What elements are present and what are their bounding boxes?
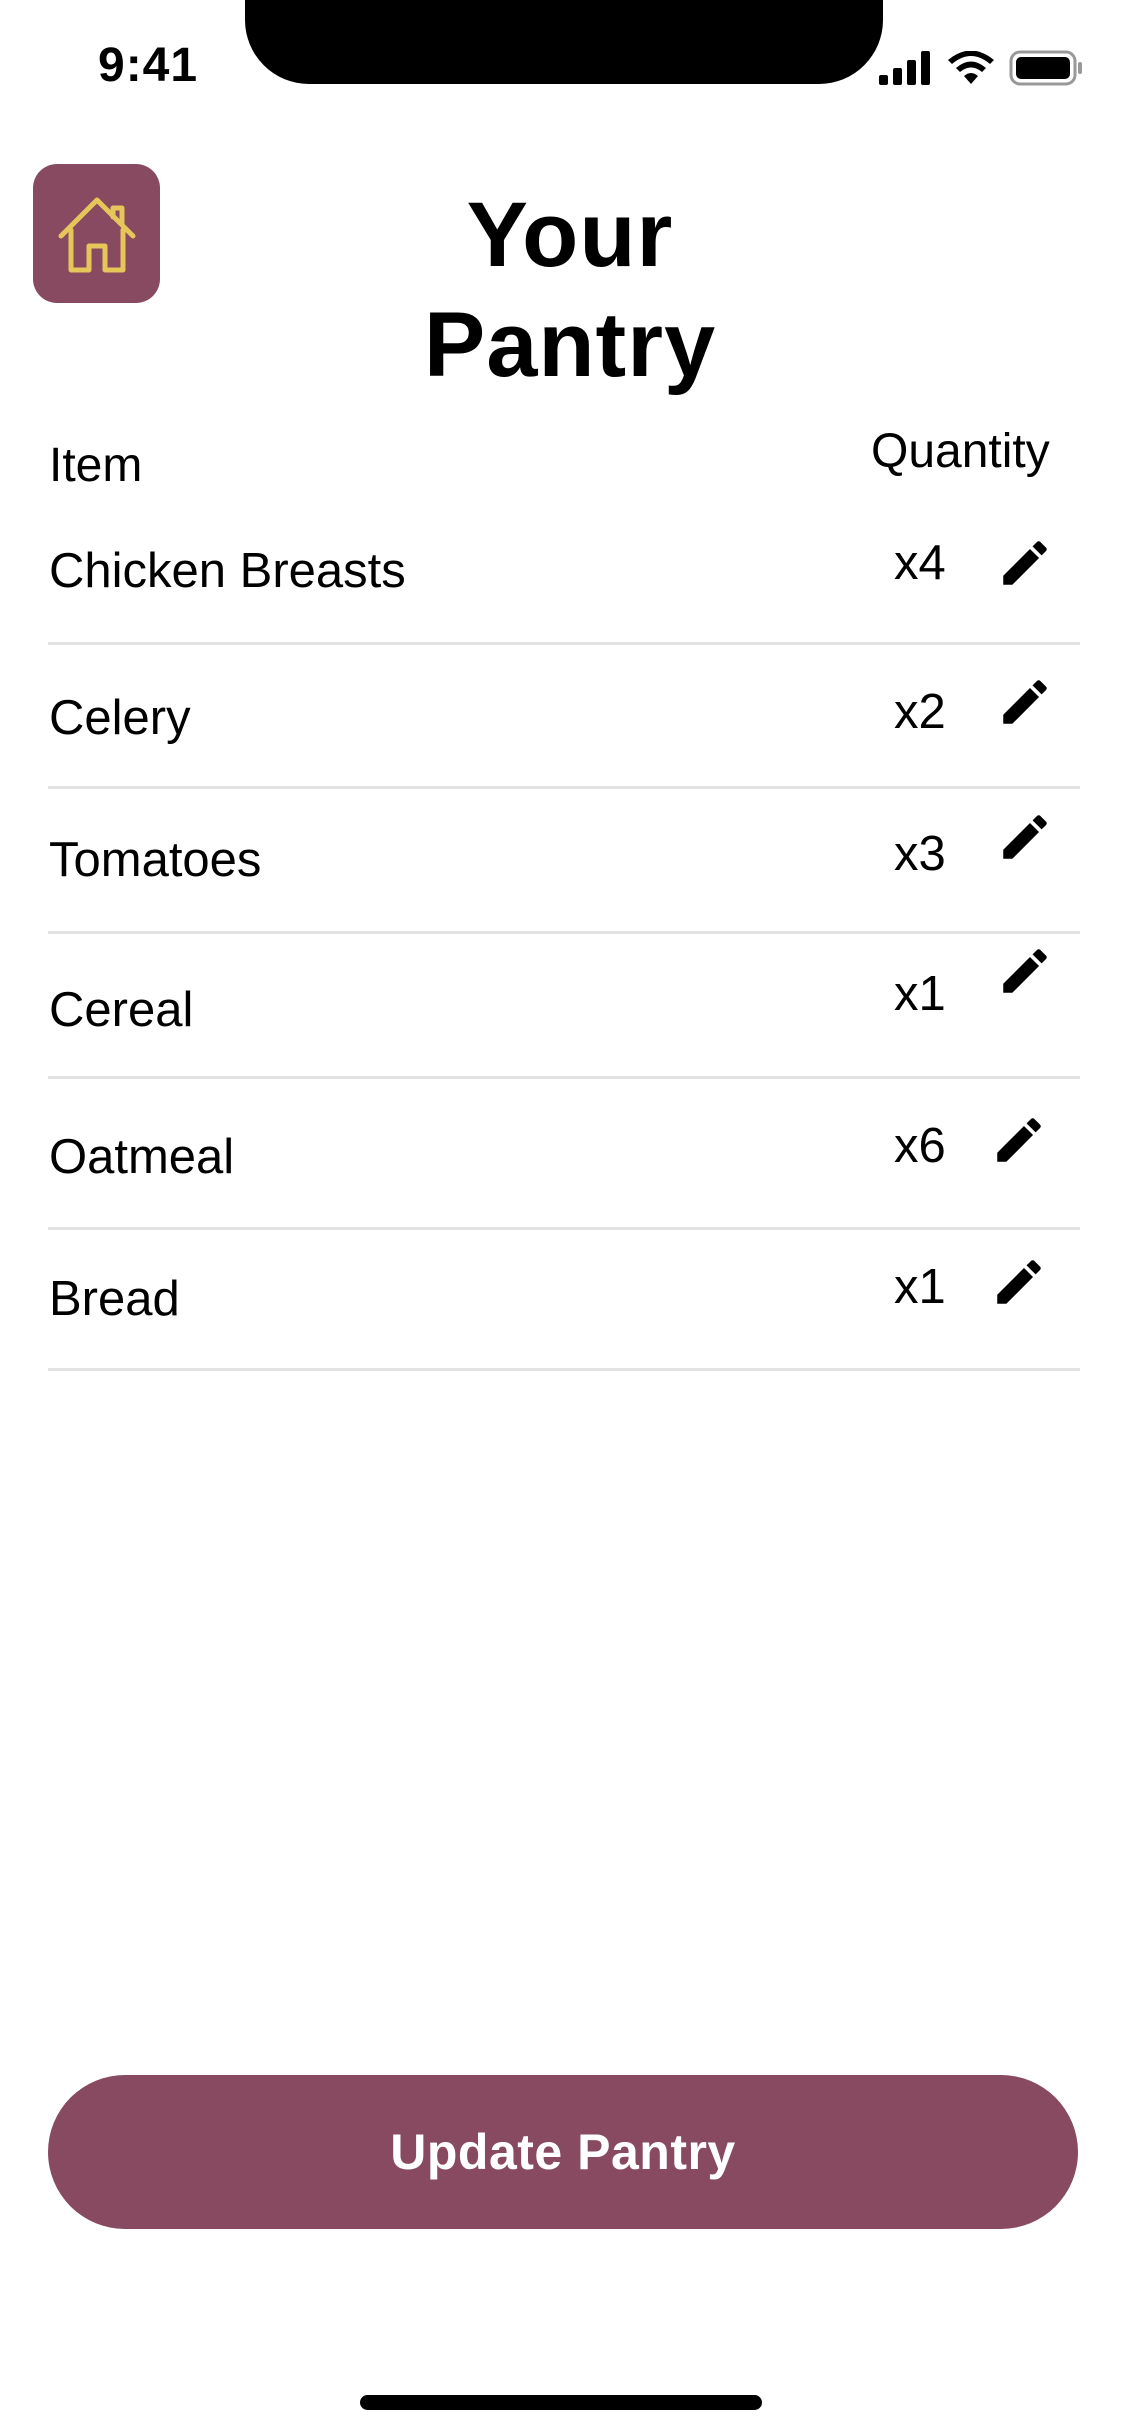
item-quantity: x6 [894, 1119, 946, 1173]
item-quantity: x4 [894, 536, 946, 590]
item-name: Cereal [49, 983, 194, 1037]
pencil-icon[interactable] [990, 1253, 1048, 1311]
pencil-icon[interactable] [996, 808, 1054, 866]
home-indicator [360, 2395, 762, 2410]
item-name: Chicken Breasts [49, 544, 406, 598]
item-name: Tomatoes [49, 833, 262, 887]
item-name: Oatmeal [49, 1130, 235, 1184]
item-name: Celery [49, 691, 191, 745]
row-divider [48, 1227, 1080, 1230]
row-divider [48, 1368, 1080, 1371]
row-divider [48, 931, 1080, 934]
item-quantity: x1 [894, 1260, 946, 1314]
row-divider [48, 642, 1080, 645]
item-quantity: x2 [894, 685, 946, 739]
item-quantity: x3 [894, 827, 946, 881]
pantry-list: Chicken Breasts x4 Celery x2 Tomatoes x3… [0, 0, 1125, 1400]
item-quantity: x1 [894, 967, 946, 1021]
row-divider [48, 786, 1080, 789]
pencil-icon[interactable] [996, 534, 1054, 592]
pencil-icon[interactable] [996, 942, 1054, 1000]
row-divider [48, 1076, 1080, 1079]
pencil-icon[interactable] [996, 673, 1054, 731]
item-name: Bread [49, 1272, 180, 1326]
pencil-icon[interactable] [990, 1111, 1048, 1169]
update-pantry-button[interactable]: Update Pantry [48, 2075, 1078, 2229]
